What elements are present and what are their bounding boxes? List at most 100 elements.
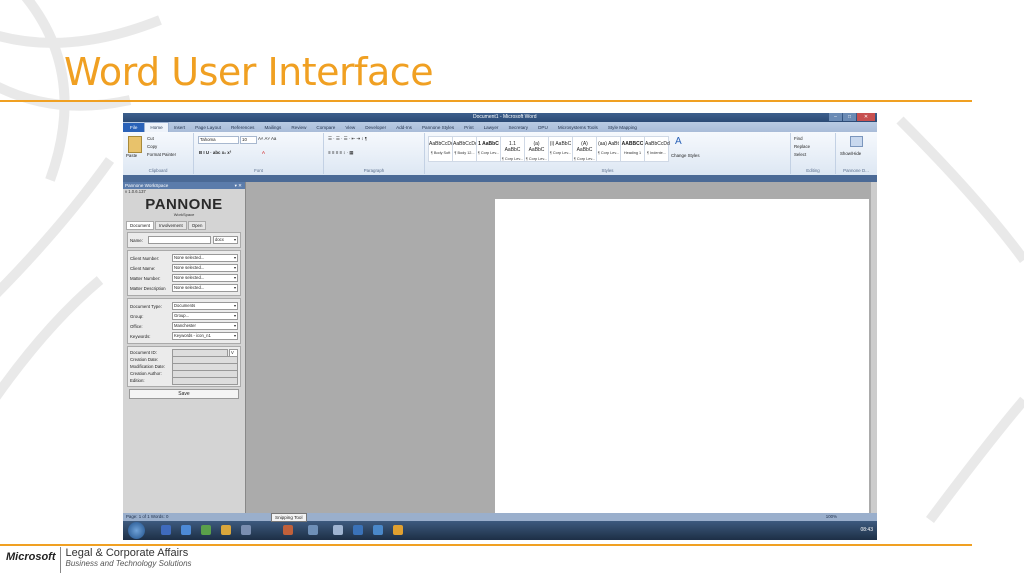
tab-print[interactable]: Print <box>459 123 478 132</box>
slide-title: Word User Interface <box>64 50 434 94</box>
copy-button[interactable]: Copy <box>147 144 157 149</box>
close-pane-icon[interactable]: ▾ ✕ <box>235 182 242 189</box>
matter-number-select[interactable]: None selected... ▾ <box>172 274 238 282</box>
cut-button[interactable]: Cut <box>147 136 154 141</box>
tab-involvement[interactable]: Involvement <box>155 221 187 230</box>
taskbar-app-icon[interactable] <box>393 525 403 535</box>
tab-compare[interactable]: Compare <box>311 123 340 132</box>
taskbar-app-icon[interactable] <box>201 525 211 535</box>
font-color-button[interactable]: A <box>262 150 265 155</box>
taskbar-app-icon[interactable] <box>333 525 343 535</box>
client-name-value: None selected... <box>174 265 205 270</box>
window-controls: – □ ✕ <box>829 113 875 121</box>
extension-select[interactable]: docx ▾ <box>213 236 238 244</box>
select-button[interactable]: Select <box>794 152 806 157</box>
client-name-select[interactable]: None selected... ▾ <box>172 264 238 272</box>
word-title-bar: Document1 - Microsoft Word – □ ✕ <box>123 113 877 122</box>
style-name: ¶ Corp Lev... <box>501 157 524 161</box>
tab-secretary[interactable]: Secretary <box>503 123 533 132</box>
matter-description-select[interactable]: None selected... ▾ <box>172 284 238 292</box>
start-button[interactable] <box>128 522 145 539</box>
taskbar-app-icon[interactable] <box>161 525 171 535</box>
tab-home[interactable]: Home <box>144 122 169 132</box>
tab-developer[interactable]: Developer <box>360 123 391 132</box>
tab-style-mapping[interactable]: Style Mapping <box>603 123 642 132</box>
style-tile[interactable]: AABBCC Heading 1 <box>620 136 645 162</box>
show-hide-button[interactable]: Show/Hide <box>840 151 861 156</box>
editing-label: Editing <box>806 168 820 173</box>
show-hide-icon[interactable] <box>850 136 863 147</box>
tab-dpu[interactable]: DPU <box>533 123 553 132</box>
snipping-tool-tooltip: Snipping Tool <box>271 513 307 522</box>
vertical-scrollbar[interactable] <box>871 182 877 517</box>
save-button[interactable]: Save <box>129 389 239 399</box>
pannone-group: Show/Hide Pannone D... <box>836 133 876 174</box>
zoom-level[interactable]: 100% <box>826 514 837 519</box>
paragraph-group: ☰ · ☰ · ☰ · ⇤ ⇥ ↕ ¶ ≡ ≡ ≡ ≡ ↕ · ▦ Paragr… <box>324 133 425 174</box>
style-name: ¶ Body 12... <box>454 151 475 155</box>
word-app-icon[interactable] <box>181 525 191 535</box>
taskbar-app-icon[interactable] <box>308 525 318 535</box>
ribbon-tabs: File Home Insert Page Layout References … <box>123 122 877 132</box>
style-tile[interactable]: (A) AaBbC ¶ Corp Lev... <box>572 136 597 162</box>
style-tile[interactable]: (aa) AaBt ¶ Corp Lev... <box>596 136 621 162</box>
taskbar-app-icon[interactable] <box>373 525 383 535</box>
page-word-count: Page: 1 of 1 Words: 0 <box>126 514 169 519</box>
tab-insert[interactable]: Insert <box>169 123 191 132</box>
chevron-down-icon: ▾ <box>233 323 236 328</box>
style-sample: AaBbCcDd <box>429 141 454 147</box>
font-format-buttons[interactable]: B I U · abc x₂ x² <box>199 150 231 155</box>
tab-mailings[interactable]: Mailings <box>259 123 286 132</box>
folder-app-icon[interactable] <box>221 525 231 535</box>
keywords-select[interactable]: Keywords - icon_n1 ▾ <box>172 332 238 340</box>
style-tile[interactable]: 1.1 AaBbC ¶ Corp Lev... <box>500 136 525 162</box>
snipping-tool-icon[interactable] <box>283 525 293 535</box>
style-tile[interactable]: AaBbCcDd ¶ Indente... <box>644 136 670 162</box>
grow-shrink-font-buttons[interactable]: A˄ A˅ Aa <box>258 136 276 141</box>
style-sample: 1 AaBbC <box>478 141 499 147</box>
font-size-select[interactable]: 10 <box>240 136 257 144</box>
tab-review[interactable]: Review <box>286 123 311 132</box>
tab-page-layout[interactable]: Page Layout <box>190 123 226 132</box>
name-field[interactable] <box>148 236 211 244</box>
style-sample: (i) AaBbC <box>549 141 572 147</box>
paste-icon[interactable] <box>128 136 142 153</box>
tab-view[interactable]: View <box>340 123 360 132</box>
document-page[interactable] <box>495 199 869 517</box>
format-painter-button[interactable]: Format Painter <box>147 152 176 157</box>
office-select[interactable]: Manchester ▾ <box>172 322 238 330</box>
keywords-value: Keywords - icon_n1 <box>174 333 211 338</box>
taskbar-app-icon[interactable] <box>241 525 251 535</box>
style-tile[interactable]: (a) AaBbC ¶ Corp Lev... <box>524 136 549 162</box>
style-tile[interactable]: AaBbCcDd ¶ Body Soft <box>428 136 454 162</box>
style-tile[interactable]: (i) AaBbC ¶ Corp Lev... <box>548 136 573 162</box>
tab-document[interactable]: Document <box>126 221 155 230</box>
close-icon[interactable]: ✕ <box>857 113 875 121</box>
maximize-icon[interactable]: □ <box>843 113 856 121</box>
document-id-label: Document ID: <box>130 350 157 355</box>
creation-author-label: Creation Author: <box>130 371 162 376</box>
list-buttons[interactable]: ☰ · ☰ · ☰ · ⇤ ⇥ ↕ ¶ <box>328 136 367 142</box>
tab-microsystems-tools[interactable]: Microsystems Tools <box>553 123 603 132</box>
tab-lawyer[interactable]: Lawyer <box>479 123 504 132</box>
taskbar-app-icon[interactable] <box>353 525 363 535</box>
tab-open[interactable]: Open <box>187 221 207 230</box>
tab-references[interactable]: References <box>226 123 260 132</box>
style-tile[interactable]: 1 AaBbC ¶ Corp Lev... <box>476 136 501 162</box>
document-area <box>246 182 871 517</box>
find-button[interactable]: Find <box>794 136 803 141</box>
tab-pannone-styles[interactable]: Pannone Styles <box>417 123 459 132</box>
tab-file[interactable]: File <box>123 123 145 132</box>
tab-add-ins[interactable]: Add-Ins <box>391 123 417 132</box>
paste-button[interactable]: Paste <box>126 153 137 158</box>
change-styles-icon[interactable]: A <box>675 136 682 147</box>
alignment-buttons[interactable]: ≡ ≡ ≡ ≡ ↕ · ▦ <box>328 150 353 156</box>
group-select[interactable]: Group... ▾ <box>172 312 238 320</box>
style-tile[interactable]: AaBbCcDd ¶ Body 12... <box>452 136 478 162</box>
minimize-icon[interactable]: – <box>829 113 842 121</box>
change-styles-button[interactable]: Change Styles <box>671 153 700 158</box>
replace-button[interactable]: Replace <box>794 144 810 149</box>
document-type-select[interactable]: Documents ▾ <box>172 302 238 310</box>
font-name-select[interactable]: Tahoma <box>198 136 239 144</box>
client-number-select[interactable]: None selected... ▾ <box>172 254 238 262</box>
